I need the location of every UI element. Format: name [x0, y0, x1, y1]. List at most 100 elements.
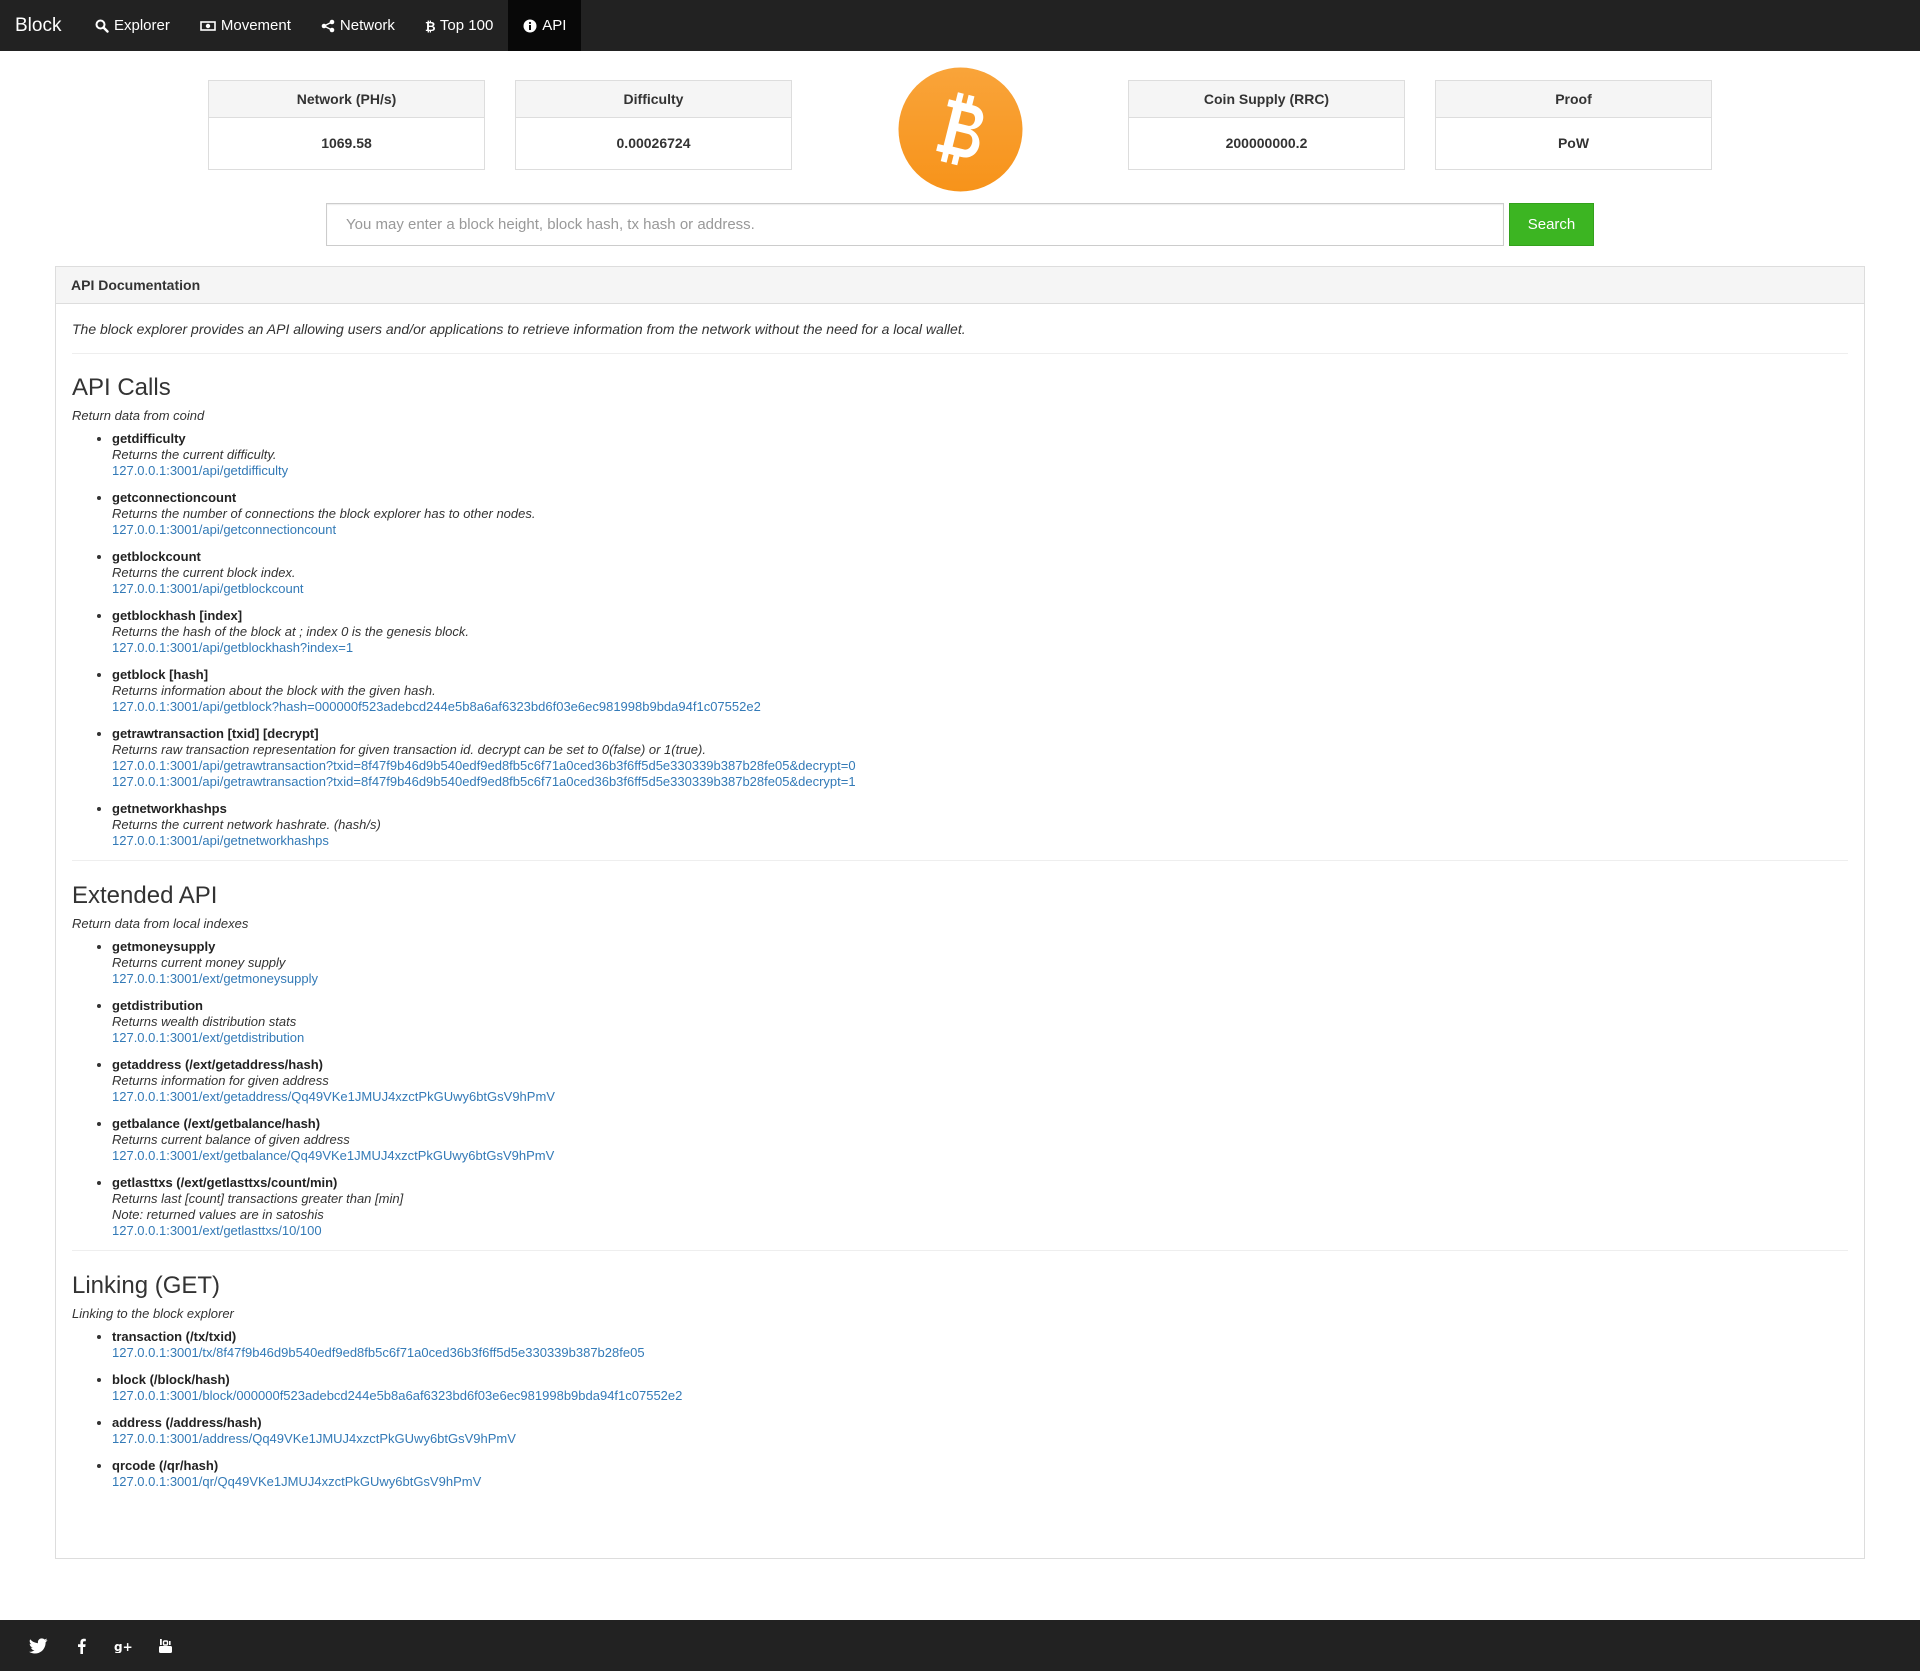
section-heading: API Calls: [72, 374, 171, 401]
call-description: Returns the current block index.: [112, 565, 296, 580]
section-linking: Linking (GET) Linking to the block explo…: [72, 1251, 1848, 1490]
call-description: Note: returned values are in satoshis: [112, 1207, 324, 1222]
nav-item-label: API: [542, 17, 567, 34]
twitter-icon: [29, 1637, 48, 1653]
svg-text:g+: g+: [114, 1640, 132, 1653]
call-description: Returns the current difficulty.: [112, 447, 277, 462]
list-item: getconnectioncount Returns the number of…: [112, 490, 1848, 538]
stat-label: Proof: [1436, 81, 1711, 118]
list-item: getblock [hash] Returns information abou…: [112, 667, 1848, 715]
call-name: getblockhash [index]: [112, 608, 243, 623]
api-documentation-panel: API Documentation The block explorer pro…: [55, 266, 1865, 1559]
stat-value: 0.00026724: [616, 135, 691, 151]
call-link[interactable]: 127.0.0.1:3001/api/getblock?hash=000000f…: [112, 699, 1848, 715]
search-input[interactable]: [326, 203, 1504, 246]
call-description: Returns raw transaction representation f…: [112, 742, 706, 757]
call-name: getconnectioncount: [112, 490, 237, 505]
call-name: getmoneysupply: [112, 939, 216, 954]
call-name: getlasttxs (/ext/getlasttxs/count/min): [112, 1175, 338, 1190]
facebook-icon: [78, 1638, 86, 1654]
list-item: getdifficulty Returns the current diffic…: [112, 431, 1848, 479]
youtube-link[interactable]: [158, 1620, 173, 1671]
google-plus-icon: g+: [114, 1640, 132, 1653]
section-extended-api: Extended API Return data from local inde…: [72, 861, 1848, 1239]
nav-menu: Explorer Movement Network ₿ Top 100 API: [80, 0, 582, 51]
section-api-calls: API Calls Return data from coind getdiff…: [72, 354, 1848, 849]
call-link[interactable]: 127.0.0.1:3001/api/getrawtransaction?txi…: [112, 758, 1848, 774]
network-hashrate-panel: Network (PH/s) 1069.58: [208, 80, 485, 170]
nav-item-label: Movement: [220, 17, 291, 34]
call-name: getbalance (/ext/getbalance/hash): [112, 1116, 321, 1131]
list-item: qrcode (/qr/hash) 127.0.0.1:3001/qr/Qq49…: [112, 1458, 1848, 1490]
call-link[interactable]: 127.0.0.1:3001/ext/getmoneysupply: [112, 971, 1848, 987]
call-link[interactable]: 127.0.0.1:3001/api/getblockcount: [112, 581, 1848, 597]
coin-supply-panel: Coin Supply (RRC) 200000000.2: [1128, 80, 1405, 170]
section-subtitle: Linking to the block explorer: [72, 1306, 234, 1321]
top-navbar: Block Explorer Movement Network ₿ Top 10…: [0, 0, 1920, 51]
list-item: getblockcount Returns the current block …: [112, 549, 1848, 597]
call-name: getrawtransaction [txid] [decrypt]: [112, 726, 319, 741]
list-item: getlasttxs (/ext/getlasttxs/count/min) R…: [112, 1175, 1848, 1239]
footer: g+: [0, 1620, 1920, 1671]
list-item: getrawtransaction [txid] [decrypt] Retur…: [112, 726, 1848, 790]
extended-api-list: getmoneysupply Returns current money sup…: [72, 939, 1848, 1239]
list-item: address (/address/hash) 127.0.0.1:3001/a…: [112, 1415, 1848, 1447]
call-link[interactable]: 127.0.0.1:3001/tx/8f47f9b46d9b540edf9ed8…: [112, 1345, 1848, 1361]
brand-link[interactable]: Block: [15, 0, 61, 51]
list-item: transaction (/tx/txid) 127.0.0.1:3001/tx…: [112, 1329, 1848, 1361]
panel-body: The block explorer provides an API allow…: [56, 304, 1864, 1490]
call-link[interactable]: 127.0.0.1:3001/api/getnetworkhashps: [112, 833, 1848, 849]
stat-value: 1069.58: [321, 135, 372, 151]
call-description: Returns the number of connections the bl…: [112, 506, 536, 521]
facebook-link[interactable]: [77, 1620, 86, 1671]
nav-item-top-100[interactable]: ₿ Top 100: [410, 0, 508, 51]
list-item: getdistribution Returns wealth distribut…: [112, 998, 1848, 1046]
call-name: transaction (/tx/txid): [112, 1329, 237, 1344]
call-name: block (/block/hash): [112, 1372, 230, 1387]
call-description: Returns last [count] transactions greate…: [112, 1191, 404, 1206]
call-link[interactable]: 127.0.0.1:3001/ext/getbalance/Qq49VKe1JM…: [112, 1148, 1848, 1164]
money-icon: [200, 20, 216, 31]
call-link[interactable]: 127.0.0.1:3001/ext/getaddress/Qq49VKe1JM…: [112, 1089, 1848, 1105]
call-name: qrcode (/qr/hash): [112, 1458, 219, 1473]
nav-item-movement[interactable]: Movement: [185, 0, 306, 51]
call-link[interactable]: 127.0.0.1:3001/ext/getdistribution: [112, 1030, 1848, 1046]
call-link[interactable]: 127.0.0.1:3001/address/Qq49VKe1JMUJ4xzct…: [112, 1431, 1848, 1447]
proof-panel: Proof PoW: [1435, 80, 1712, 170]
call-name: getaddress (/ext/getaddress/hash): [112, 1057, 323, 1072]
call-link[interactable]: 127.0.0.1:3001/api/getconnectioncount: [112, 522, 1848, 538]
google-plus-link[interactable]: g+: [114, 1620, 132, 1671]
call-name: getdifficulty: [112, 431, 186, 446]
call-description: Returns wealth distribution stats: [112, 1014, 297, 1029]
search-icon: [95, 19, 109, 33]
list-item: getaddress (/ext/getaddress/hash) Return…: [112, 1057, 1848, 1105]
section-heading: Linking (GET): [72, 1272, 221, 1299]
call-name: getblockcount: [112, 549, 201, 564]
call-link[interactable]: 127.0.0.1:3001/block/000000f523adebcd244…: [112, 1388, 1848, 1404]
section-subtitle: Return data from local indexes: [72, 916, 249, 931]
call-link[interactable]: 127.0.0.1:3001/qr/Qq49VKe1JMUJ4xzctPkGUw…: [112, 1474, 1848, 1490]
search-button[interactable]: Search: [1509, 203, 1594, 246]
nav-item-api[interactable]: API: [508, 0, 582, 51]
twitter-link[interactable]: [29, 1620, 48, 1671]
nav-item-label: Top 100: [439, 17, 494, 34]
stat-value: PoW: [1557, 135, 1590, 151]
intro-text: The block explorer provides an API allow…: [72, 321, 966, 337]
call-link[interactable]: 127.0.0.1:3001/api/getrawtransaction?txi…: [112, 774, 1848, 790]
call-link[interactable]: 127.0.0.1:3001/ext/getlasttxs/10/100: [112, 1223, 1848, 1239]
stat-label: Difficulty: [516, 81, 791, 118]
call-link[interactable]: 127.0.0.1:3001/api/getdifficulty: [112, 463, 1848, 479]
nav-item-explorer[interactable]: Explorer: [80, 0, 185, 51]
call-description: Returns information for given address: [112, 1073, 329, 1088]
list-item: getbalance (/ext/getbalance/hash) Return…: [112, 1116, 1848, 1164]
call-name: address (/address/hash): [112, 1415, 262, 1430]
nav-item-network[interactable]: Network: [306, 0, 410, 51]
api-calls-list: getdifficulty Returns the current diffic…: [72, 431, 1848, 849]
call-link[interactable]: 127.0.0.1:3001/api/getblockhash?index=1: [112, 640, 1848, 656]
call-description: Returns the hash of the block at ; index…: [112, 624, 469, 639]
stat-value: 200000000.2: [1225, 135, 1308, 151]
bitcoin-icon: ₿: [425, 20, 435, 33]
list-item: block (/block/hash) 127.0.0.1:3001/block…: [112, 1372, 1848, 1404]
linking-list: transaction (/tx/txid) 127.0.0.1:3001/tx…: [72, 1329, 1848, 1490]
list-item: getblockhash [index] Returns the hash of…: [112, 608, 1848, 656]
